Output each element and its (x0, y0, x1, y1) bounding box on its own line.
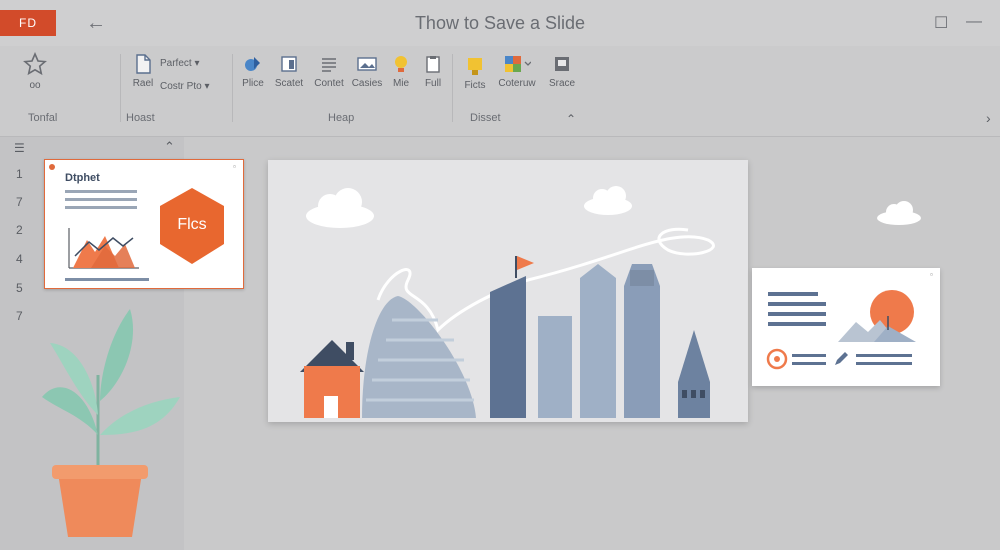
rael-label: Rael (132, 78, 154, 89)
title-bar: FD ← Thow to Save a Slide ☐ — (0, 0, 1000, 46)
scatet-button[interactable]: Scatet (272, 54, 306, 89)
paint-icon (468, 58, 482, 75)
text-line (768, 302, 826, 306)
star-icon (23, 52, 47, 76)
parfect-dropdown[interactable]: Parfect ▾ (160, 58, 230, 69)
target-icon (766, 348, 788, 370)
cloud-icon (877, 201, 921, 225)
layout-icon (281, 56, 297, 72)
content-card[interactable]: ▫ (752, 268, 940, 386)
mountain-chart-icon (68, 228, 139, 269)
coteruw-label: Coteruw (498, 78, 536, 89)
close-icon[interactable]: ▫ (233, 162, 236, 171)
theme-icon (505, 56, 531, 72)
rael-button[interactable]: Rael (130, 54, 156, 89)
chevron-right-icon[interactable]: › (986, 110, 991, 126)
hexagon-label: Flcs (177, 216, 207, 233)
picture-icon (357, 57, 377, 71)
costr-pto-dropdown[interactable]: Costr Pto ▾ (160, 81, 230, 92)
text-line (792, 354, 826, 357)
srace-label: Srace (548, 78, 576, 89)
list-icon[interactable]: ☰ (14, 141, 25, 155)
group-home: Hoast (126, 112, 155, 124)
full-button[interactable]: Full (420, 54, 446, 89)
text-lines-icon (322, 58, 336, 72)
contet-button[interactable]: Contet (310, 54, 348, 89)
plice-label: Plice (242, 78, 264, 89)
slide-number[interactable]: 4 (16, 252, 23, 266)
text-line (65, 190, 137, 193)
divider (452, 54, 453, 122)
text-line (792, 362, 826, 365)
group-tonfal: Tonfal (28, 112, 58, 124)
clipboard-icon (426, 56, 440, 73)
text-line (65, 278, 149, 281)
casies-button[interactable]: Casies (350, 54, 384, 89)
slide-thumbnail[interactable]: ▫ Dtphet Flcs (44, 159, 244, 289)
text-line (768, 322, 826, 326)
collapse-ribbon-icon[interactable]: ⌃ (566, 112, 576, 126)
group-heap: Heap (328, 112, 355, 124)
casies-label: Casies (351, 78, 383, 89)
full-label: Full (424, 78, 442, 89)
pen-icon (835, 352, 848, 365)
srace-button[interactable]: Srace (546, 54, 578, 89)
favorite-button[interactable]: oo (18, 52, 52, 91)
minimize-icon[interactable]: — (966, 13, 982, 31)
text-line (768, 312, 826, 316)
ribbon: oo Tonfal Rael Parfect ▾ Costr Pto ▾ Hoa… (0, 46, 1000, 137)
slide-number[interactable]: 2 (16, 223, 23, 237)
close-icon[interactable]: ▫ (930, 270, 933, 279)
mie-label: Mie (392, 78, 410, 89)
slide-number[interactable]: 7 (16, 195, 23, 209)
slide-number[interactable]: 1 (16, 167, 23, 181)
text-line (856, 362, 912, 365)
dot-icon (49, 164, 55, 170)
maximize-icon[interactable]: ☐ (934, 13, 948, 33)
shapes-icon (245, 57, 260, 71)
slide-sidebar: ☰ ⌃ 1 7 2 4 5 7 ▫ Dtphet Flcs (0, 137, 244, 550)
contet-label: Contet (314, 78, 344, 89)
scatet-label: Scatet (274, 78, 304, 89)
slide-canvas[interactable] (268, 160, 748, 422)
text-line (856, 354, 912, 357)
text-line (768, 292, 818, 296)
chevron-up-icon[interactable]: ⌃ (164, 139, 175, 155)
favorite-label: oo (29, 80, 41, 91)
group-disset: Disset (470, 112, 501, 124)
bulb-icon (395, 56, 407, 72)
city-illustration-icon (300, 186, 715, 418)
plice-button[interactable]: Plice (238, 54, 268, 89)
slide-number[interactable]: 5 (16, 281, 23, 295)
slide-size-icon (555, 57, 569, 71)
mie-button[interactable]: Mie (388, 54, 414, 89)
text-line (65, 206, 137, 209)
document-icon (136, 54, 151, 74)
thumbnail-title: Dtphet (65, 172, 100, 184)
divider (120, 54, 121, 122)
slide-number[interactable]: 7 (16, 309, 23, 323)
window-title: Thow to Save a Slide (414, 13, 586, 33)
coteruw-button[interactable]: Coteruw (494, 54, 540, 89)
ficts-label: Ficts (464, 80, 486, 91)
divider (232, 54, 233, 122)
ficts-button[interactable]: Ficts (460, 54, 490, 91)
plant-illustration-icon (42, 309, 180, 537)
sun-mountain-icon (838, 290, 916, 342)
text-line (65, 198, 137, 201)
